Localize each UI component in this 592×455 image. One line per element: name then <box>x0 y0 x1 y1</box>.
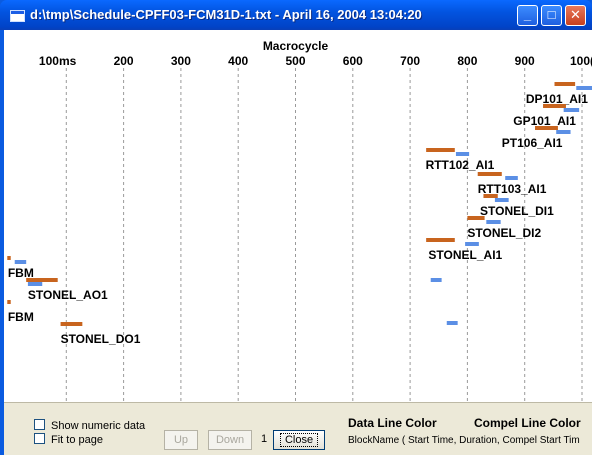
compel-bar <box>430 278 442 282</box>
up-button[interactable]: Up <box>164 430 198 450</box>
block-label: STONEL_AO1 <box>28 288 108 302</box>
x-tick-label: 100ms <box>39 54 77 68</box>
title-bar[interactable]: d:\tmp\Schedule-CPFF03-FCM31D-1.txt - Ap… <box>0 0 592 30</box>
block-label: STONEL_AI1 <box>428 248 502 262</box>
fit-to-page-checkbox[interactable]: Fit to page <box>34 433 103 446</box>
schedule-chart: Macrocycle 100ms 200 300 400 500 600 700 800 900 1… <box>7 39 592 402</box>
x-tick-label: 600 <box>343 54 363 68</box>
show-numeric-checkbox[interactable]: Show numeric data <box>34 419 145 432</box>
block-label: GP101_AI1 <box>513 114 576 128</box>
block-label: STONEL_DI2 <box>467 226 541 240</box>
app-icon[interactable] <box>10 10 25 22</box>
show-numeric-box[interactable] <box>34 419 45 430</box>
data-bar <box>554 82 576 86</box>
data-bar <box>467 216 485 220</box>
compel-bar <box>563 108 580 112</box>
block-label: FBM <box>8 310 34 324</box>
x-tick-label: 800 <box>457 54 477 68</box>
block-label: STONEL_DI1 <box>480 204 554 218</box>
x-tick-label: 400 <box>228 54 248 68</box>
data-bar <box>426 238 455 242</box>
compel-bar <box>494 198 509 202</box>
schedule-window: d:\tmp\Schedule-CPFF03-FCM31D-1.txt - Ap… <box>0 0 592 455</box>
x-tick-label: 300 <box>171 54 191 68</box>
close-button-label: Close <box>279 433 319 447</box>
data-bar <box>426 148 455 152</box>
data-bar <box>483 194 498 198</box>
block-label: STONEL_DO1 <box>61 332 141 346</box>
window-title: d:\tmp\Schedule-CPFF03-FCM31D-1.txt - Ap… <box>30 7 422 22</box>
compel-bar <box>556 130 571 134</box>
compel-line-color-label: Compel Line Color <box>474 416 581 430</box>
data-bar <box>543 104 566 108</box>
show-numeric-label: Show numeric data <box>51 420 146 432</box>
down-button[interactable]: Down <box>208 430 252 450</box>
chart-title: Macrocycle <box>263 39 329 53</box>
block-label: FBM <box>8 266 34 280</box>
fit-to-page-box[interactable] <box>34 433 45 444</box>
page-number: 1 <box>261 433 268 445</box>
block-label: PT106_AI1 <box>502 136 563 150</box>
compel-bar <box>576 86 592 90</box>
fit-to-page-label: Fit to page <box>51 434 103 446</box>
data-bar <box>60 322 83 326</box>
data-bar <box>26 278 58 282</box>
compel-bar <box>446 321 458 325</box>
schedule-plot: Macrocycle 100ms 200 300 400 500 600 700 800 900 1… <box>4 30 592 402</box>
x-tick-label: 500 <box>285 54 305 68</box>
compel-bar <box>455 152 470 156</box>
x-tick-label: 200 <box>114 54 134 68</box>
legend-hint: BlockName ( Start Time, Duration, Compel… <box>348 435 580 446</box>
close-window-button[interactable]: ✕ <box>565 5 586 26</box>
data-bar <box>7 256 11 260</box>
compel-bar <box>465 242 479 246</box>
data-line-color-label: Data Line Color <box>348 416 437 430</box>
compel-bar <box>505 176 518 180</box>
block-label: RTT102_AI1 <box>426 158 495 172</box>
data-bar <box>535 126 558 130</box>
block-label: DP101_AI1 <box>526 92 588 106</box>
close-button[interactable]: Close <box>273 430 325 450</box>
minimize-button[interactable]: _ <box>517 5 538 26</box>
data-bar <box>7 300 11 304</box>
data-bar <box>477 172 502 176</box>
client-area: Macrocycle 100ms 200 300 400 500 600 700 800 900 1… <box>4 30 592 455</box>
compel-bar <box>14 260 27 264</box>
x-tick-label: 100( <box>570 54 592 68</box>
x-tick-label: 900 <box>515 54 535 68</box>
maximize-button[interactable]: □ <box>541 5 562 26</box>
bottom-toolbar: Show numeric data Fit to page Up Down 1 … <box>4 402 592 455</box>
block-label: RTT103_AI1 <box>478 182 547 196</box>
x-tick-label: 700 <box>400 54 420 68</box>
compel-bar <box>27 282 43 286</box>
compel-bar <box>486 220 501 224</box>
